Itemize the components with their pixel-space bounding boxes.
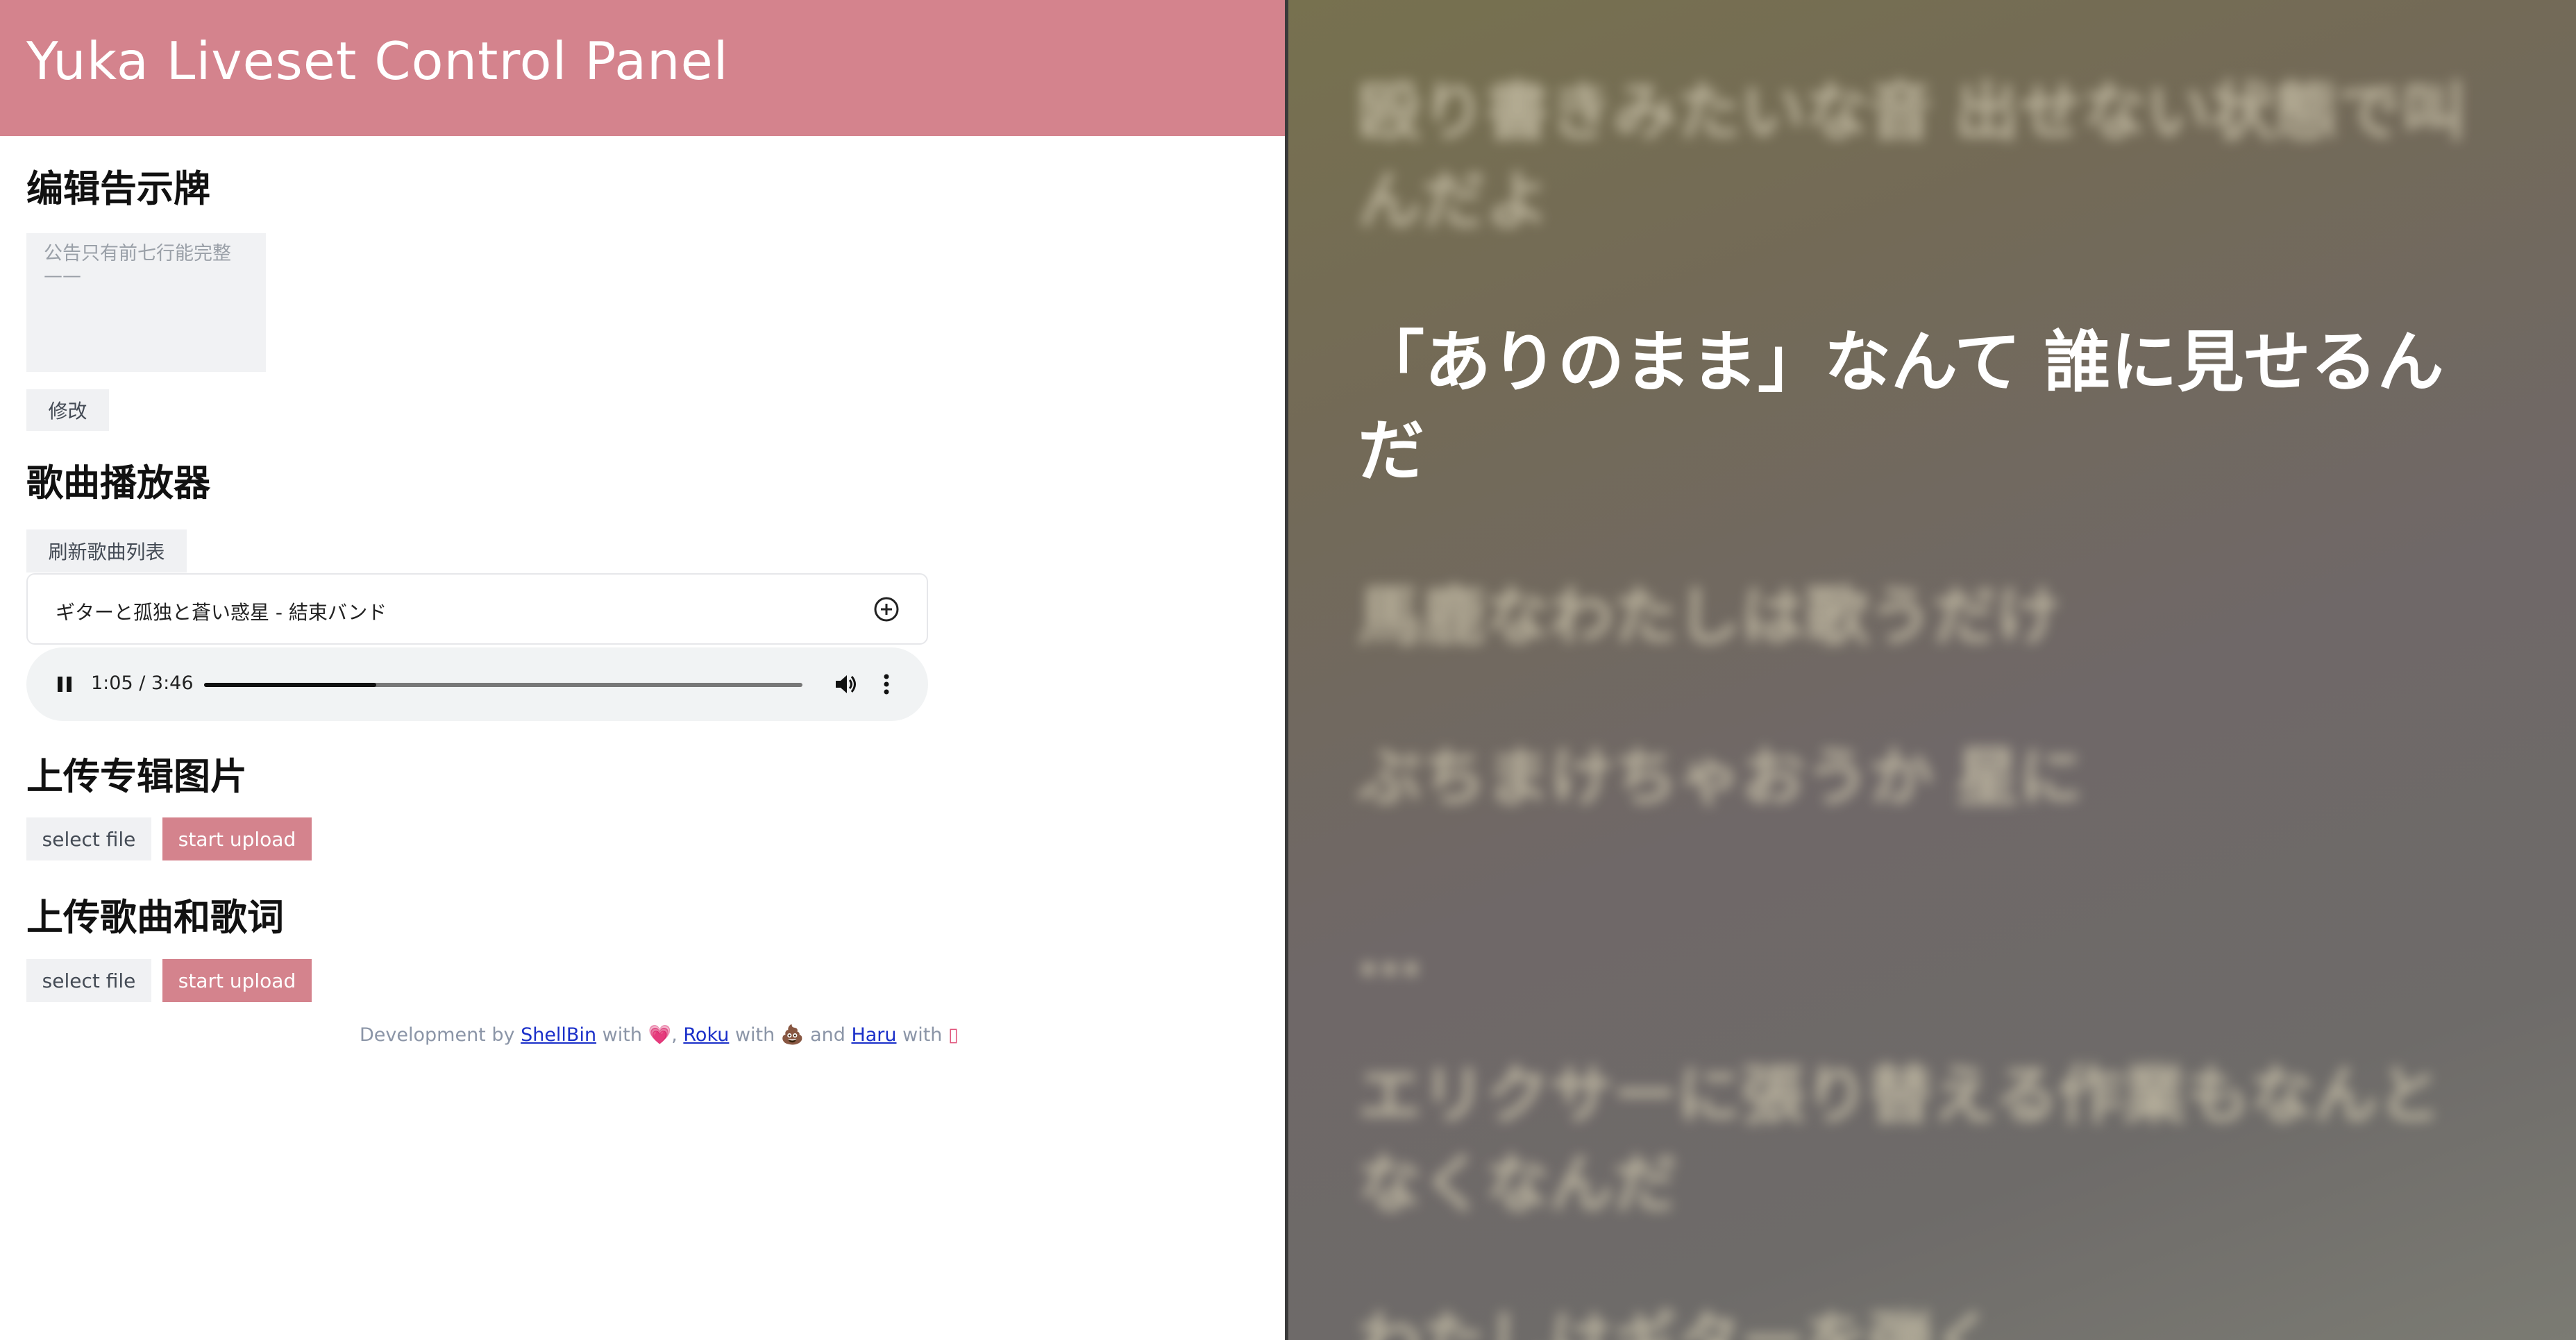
song-select[interactable]: ギターと孤独と蒼い惑星 - 結束バンド <box>26 573 928 645</box>
lyric-line: ぶちまけちゃおうか 星に <box>1358 740 2083 815</box>
lyric-line: … <box>1358 916 1422 990</box>
screen: Yuka Liveset Control Panel 编辑告示牌 修改 歌曲播放… <box>0 0 2576 1340</box>
top-bar: Yuka Liveset Control Panel <box>0 0 1285 136</box>
footer-prefix: Development by <box>360 1024 515 1046</box>
footer-separator: , <box>671 1024 677 1046</box>
footer-link-shellbin[interactable]: ShellBin <box>521 1024 596 1046</box>
footer-credits: Development by ShellBin with 💗, Roku wit… <box>360 1024 959 1046</box>
lyric-line: 馬鹿なわたしは歌うだけ <box>1358 579 2061 654</box>
lyric-line: エリクサーに張り替える作業もなんとなくなんだ <box>1358 1058 2442 1221</box>
footer-with-2: with <box>734 1024 775 1046</box>
lyric-line: わたしはギターを弾く <box>1358 1298 2503 1340</box>
volume-icon[interactable] <box>832 670 859 698</box>
heart-icon: 💗 <box>648 1024 672 1046</box>
refresh-song-list-button[interactable]: 刷新歌曲列表 <box>26 529 187 573</box>
footer-link-haru[interactable]: Haru <box>851 1024 896 1046</box>
lyric-line-active: 「ありのまま」なんて 誰に見せるんだ <box>1358 323 2444 490</box>
song-select-value: ギターと孤独と蒼い惑星 - 結束バンド <box>56 601 387 624</box>
audio-player: 1:05 / 3:46 <box>26 647 928 721</box>
player-heading: 歌曲播放器 <box>26 462 210 504</box>
footer-with-3: with <box>902 1024 943 1046</box>
footer-link-roku[interactable]: Roku <box>683 1024 729 1046</box>
control-panel: Yuka Liveset Control Panel 编辑告示牌 修改 歌曲播放… <box>0 0 1285 1340</box>
footer-with-1: with <box>602 1024 642 1046</box>
lyrics-preview: 殴り書きみたいな音 出せない状態で叫んだよ 「ありのまま」なんて 誰に見せるんだ… <box>1288 0 2576 1340</box>
progress-bar[interactable] <box>204 683 802 687</box>
audio-time: 1:05 / 3:46 <box>91 672 194 694</box>
album-select-file-button[interactable]: select file <box>26 817 151 860</box>
song-start-upload-button[interactable]: start upload <box>162 959 312 1002</box>
progress-fill <box>204 683 377 687</box>
song-select-file-button[interactable]: select file <box>26 959 151 1002</box>
bulletin-submit-button[interactable]: 修改 <box>26 389 109 431</box>
poop-icon: 💩 <box>780 1024 805 1046</box>
missing-glyph-icon: ▯ <box>948 1024 959 1046</box>
app-title: Yuka Liveset Control Panel <box>26 31 729 92</box>
footer-and: and <box>810 1024 845 1046</box>
lyric-line: 殴り書きみたいな音 出せない状態で叫んだよ <box>1358 75 2466 238</box>
bulletin-heading: 编辑告示牌 <box>26 168 210 210</box>
upload-album-heading: 上传专辑图片 <box>26 756 247 798</box>
more-options-icon[interactable] <box>879 670 893 698</box>
plus-circle-icon[interactable] <box>873 595 900 623</box>
bulletin-textarea[interactable] <box>26 233 266 372</box>
upload-song-heading: 上传歌曲和歌词 <box>26 897 284 939</box>
album-start-upload-button[interactable]: start upload <box>162 817 312 860</box>
pause-icon[interactable] <box>53 672 76 696</box>
